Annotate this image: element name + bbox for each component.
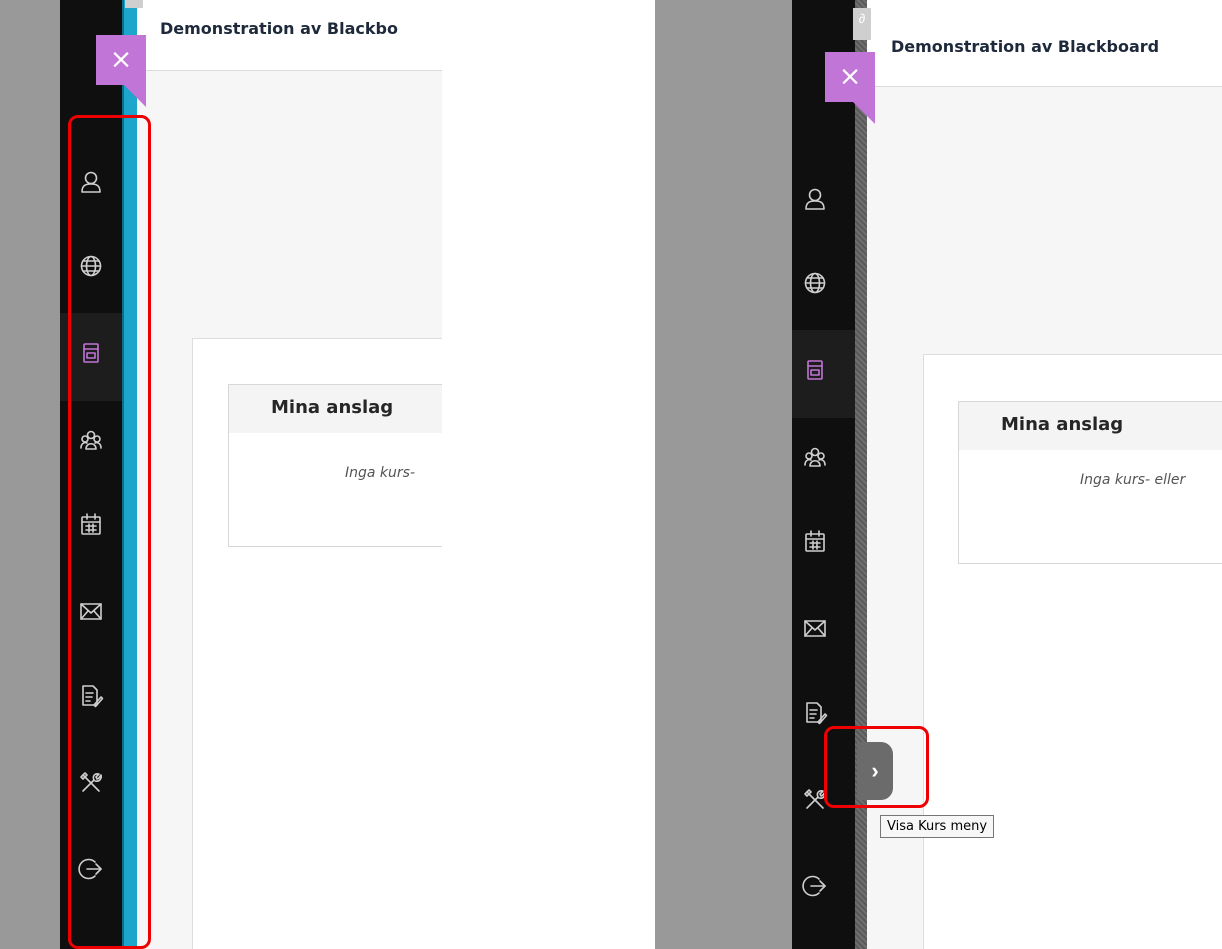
module-empty-text: Inga kurs- eller <box>1080 472 1186 488</box>
grades-icon[interactable] <box>802 700 828 726</box>
screenshot-before: Demonstration av Blackbo Mina anslag Ing… <box>0 0 442 949</box>
close-button-tail <box>853 102 875 124</box>
red-highlight-box <box>824 726 929 808</box>
globe-icon[interactable] <box>802 270 828 296</box>
link-tag-icon: ∂ <box>853 8 871 40</box>
red-highlight-box <box>68 115 151 949</box>
module-empty-text: Inga kurs- <box>345 465 415 481</box>
close-menu-button[interactable]: × <box>825 52 875 102</box>
calendar-icon[interactable] <box>802 529 828 555</box>
screenshot-after: ∂ Demonstration av Blackboard Mina ansla… <box>655 0 1222 949</box>
content-area: Demonstration av Blackbo Mina anslag Ing… <box>125 0 442 949</box>
module-header: Mina anslag <box>959 402 1222 450</box>
mina-anslag-module: Mina anslag Inga kurs- <box>228 384 442 547</box>
module-title: Mina anslag <box>271 397 394 418</box>
course-title[interactable]: Demonstration av Blackbo <box>160 19 398 38</box>
messages-icon[interactable] <box>802 615 828 641</box>
close-menu-button[interactable]: × <box>96 35 146 85</box>
page-background <box>0 0 60 949</box>
close-button-tail <box>124 85 146 107</box>
logout-icon[interactable] <box>802 873 828 899</box>
profile-icon[interactable] <box>802 186 828 212</box>
mina-anslag-module: Mina anslag Inga kurs- eller <box>958 401 1222 564</box>
show-course-menu-tooltip: Visa Kurs meny <box>880 815 995 838</box>
page-background <box>655 0 792 949</box>
groups-icon[interactable] <box>802 444 828 470</box>
module-header: Mina anslag <box>229 385 442 433</box>
link-tag-icon <box>125 0 143 8</box>
module-title: Mina anslag <box>1001 414 1124 435</box>
courses-icon[interactable] <box>802 357 828 383</box>
course-title[interactable]: Demonstration av Blackboard <box>891 37 1159 56</box>
